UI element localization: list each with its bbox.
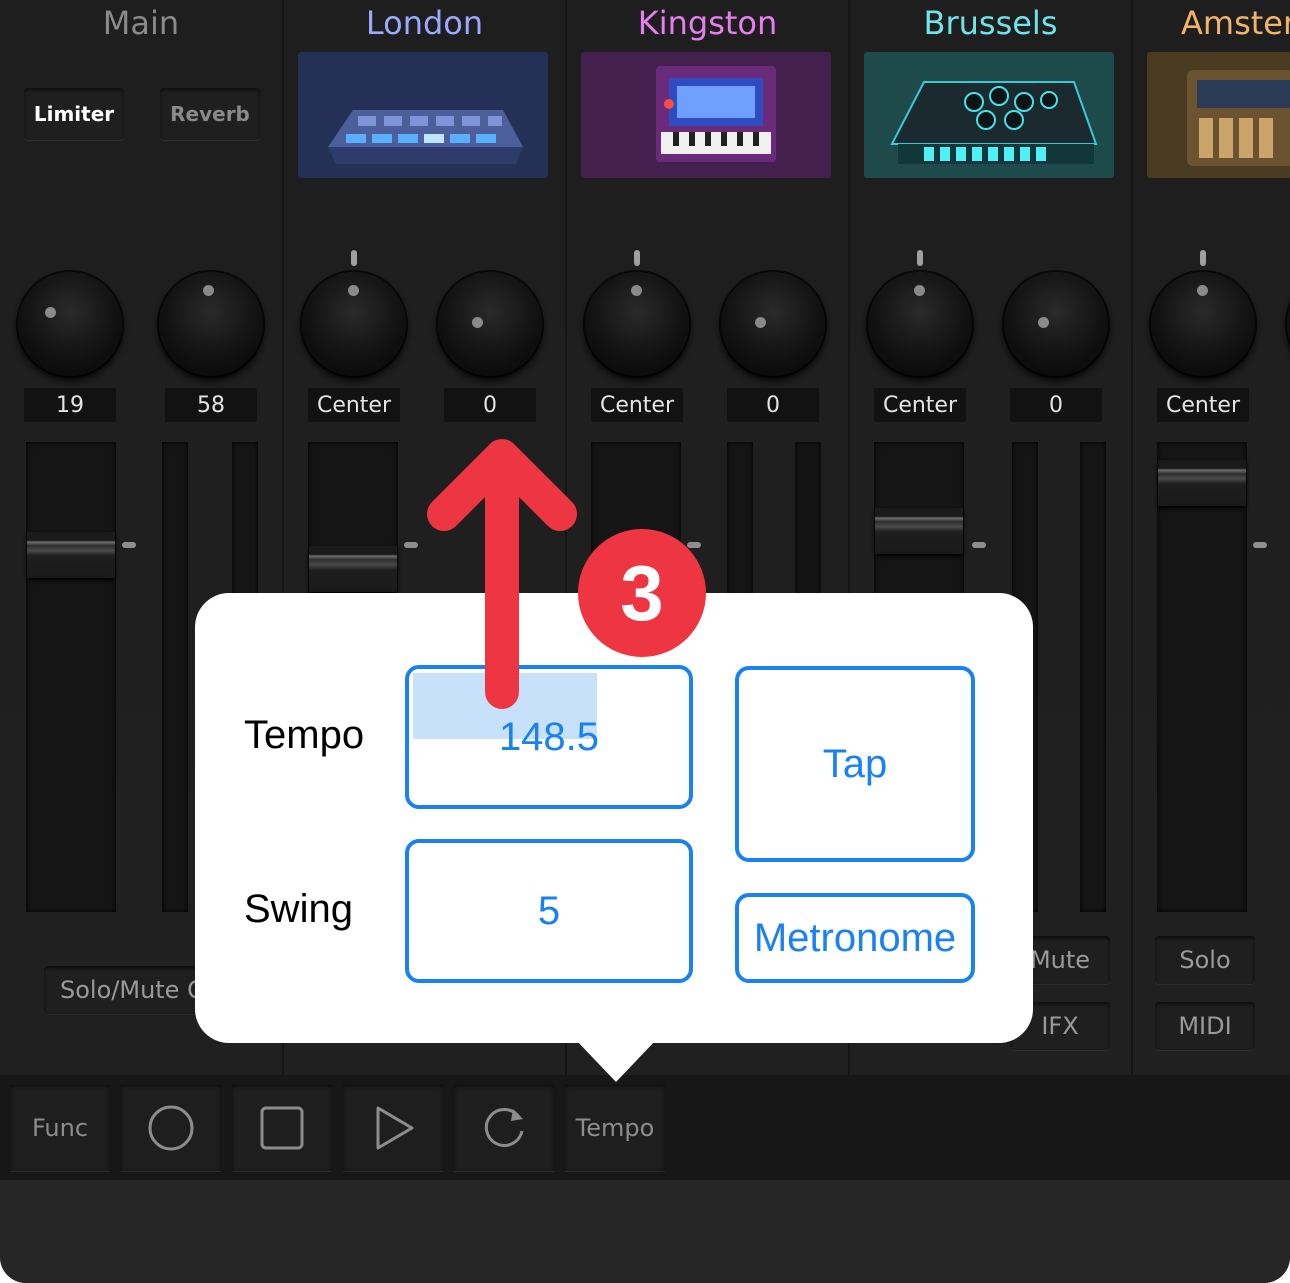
- instrument-thumbnail-kingston[interactable]: [581, 52, 831, 178]
- tap-button[interactable]: Tap: [735, 666, 975, 862]
- main-fader-track[interactable]: [26, 442, 116, 912]
- pan-knob-london[interactable]: [302, 272, 406, 376]
- send-knob-brussels[interactable]: [1004, 272, 1108, 376]
- pan-indicator: [634, 250, 640, 266]
- transport-bar: Func Tempo: [0, 1075, 1290, 1180]
- solo-button-amster[interactable]: Solo: [1155, 936, 1255, 984]
- send-value-london: 0: [444, 388, 536, 422]
- limiter-button[interactable]: Limiter: [24, 88, 124, 140]
- fader-handle-london[interactable]: [309, 546, 397, 592]
- popover-tail: [576, 1040, 656, 1082]
- pan-value-london: Center: [308, 388, 400, 422]
- main-meter-left: [162, 442, 188, 912]
- send-value-brussels: 0: [1010, 388, 1102, 422]
- drum-machine-image: [328, 110, 523, 164]
- pan-value-kingston: Center: [591, 388, 683, 422]
- meter-right-brussels: [1080, 442, 1106, 912]
- pan-indicator: [1200, 250, 1206, 266]
- instrument-thumbnail-london[interactable]: [298, 52, 548, 178]
- tempo-label: Tempo: [244, 713, 365, 757]
- main-knob-2-value: 58: [165, 388, 257, 422]
- pan-knob-brussels[interactable]: [868, 272, 972, 376]
- send-value-kingston: 0: [727, 388, 819, 422]
- step-badge: 3: [578, 529, 706, 657]
- send-knob-kingston[interactable]: [721, 272, 825, 376]
- boombox-image: [1187, 70, 1290, 166]
- swing-label: Swing: [244, 887, 353, 931]
- tempo-button[interactable]: Tempo: [565, 1085, 665, 1171]
- fader-handle-amster[interactable]: [1158, 460, 1246, 506]
- tap-label: Tap: [822, 741, 888, 786]
- main-knob-1-value: 19: [24, 388, 116, 422]
- arcade-cabinet-image: [656, 66, 776, 162]
- pan-knob-kingston[interactable]: [585, 272, 689, 376]
- fader-mark: [1253, 542, 1267, 548]
- tempo-value: 148.5: [498, 714, 600, 759]
- instrument-thumbnail-amster[interactable]: [1147, 52, 1290, 178]
- play-button[interactable]: [343, 1085, 443, 1171]
- metronome-button[interactable]: Metronome: [735, 893, 975, 983]
- pan-indicator: [351, 250, 357, 266]
- pan-indicator: [917, 250, 923, 266]
- fader-mark: [404, 542, 418, 548]
- fader-mark: [122, 542, 136, 548]
- synth-controller-image: [890, 81, 1098, 164]
- stop-icon: [260, 1106, 304, 1150]
- channel-title-kingston: Kingston: [637, 4, 778, 42]
- swing-value: 5: [537, 888, 561, 933]
- fader-mark: [687, 542, 701, 548]
- channel-title-brussels: Brussels: [923, 4, 1058, 42]
- channel-title-london: London: [365, 4, 484, 42]
- instrument-thumbnail-brussels[interactable]: [864, 52, 1114, 178]
- main-fader-handle[interactable]: [27, 532, 115, 578]
- bottom-bar: [0, 1180, 1290, 1283]
- play-icon: [376, 1106, 414, 1150]
- reverb-button[interactable]: Reverb: [160, 88, 260, 140]
- pan-value-brussels: Center: [874, 388, 966, 422]
- record-button[interactable]: [121, 1085, 221, 1171]
- metronome-label: Metronome: [753, 915, 957, 960]
- loop-icon: [484, 1107, 524, 1147]
- fader-track-amster[interactable]: [1157, 442, 1247, 912]
- send-knob-london[interactable]: [438, 272, 542, 376]
- main-knob-2[interactable]: [159, 272, 263, 376]
- pan-value-amster: Center: [1157, 388, 1249, 422]
- func-button[interactable]: Func: [10, 1085, 110, 1171]
- channel-strip-amster: Amster Center Solo MIDI: [1133, 0, 1290, 1075]
- main-knob-1[interactable]: [18, 272, 122, 376]
- swing-field[interactable]: 5: [405, 839, 693, 983]
- fader-mark: [972, 542, 986, 548]
- tempo-field[interactable]: 148.5: [405, 665, 693, 809]
- record-icon: [148, 1105, 194, 1151]
- channel-title-amster: Amster: [1181, 4, 1290, 42]
- main-strip-title: Main: [102, 4, 180, 42]
- pan-knob-amster[interactable]: [1151, 272, 1255, 376]
- stop-button[interactable]: [232, 1085, 332, 1171]
- tempo-popover: Tempo 148.5 Tap Swing 5 Metronome: [195, 593, 1033, 1043]
- loop-button[interactable]: [454, 1085, 554, 1171]
- midi-button-amster[interactable]: MIDI: [1155, 1002, 1255, 1050]
- fader-handle-brussels[interactable]: [875, 508, 963, 554]
